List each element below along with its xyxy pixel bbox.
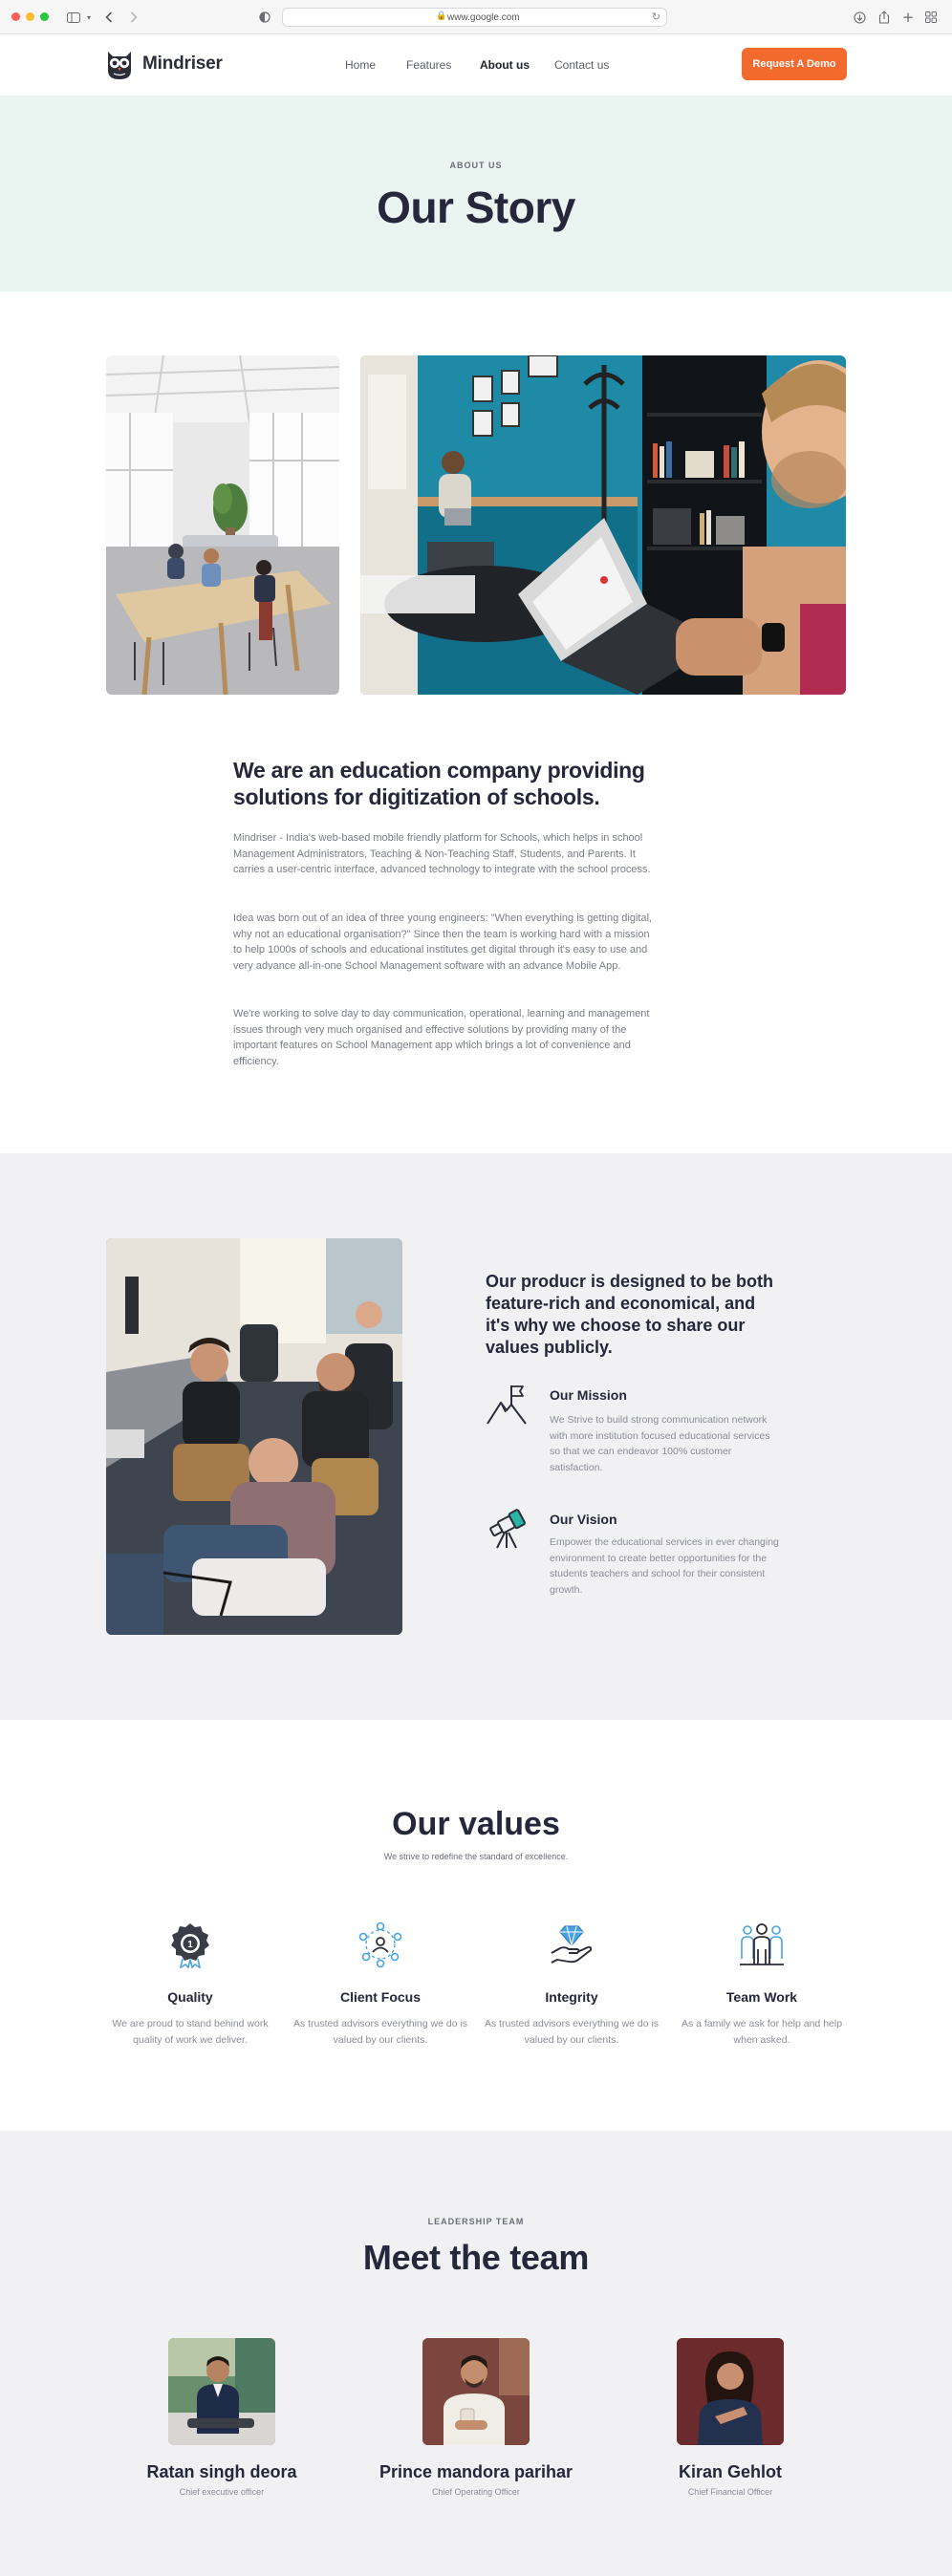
back-icon[interactable]	[101, 8, 117, 27]
award-badge-icon: 1	[171, 1923, 209, 1968]
address-bar[interactable]: 🔒 www.google.com ↻	[282, 8, 667, 27]
new-tab-icon[interactable]: +	[899, 8, 917, 27]
team-member-card: Kiran Gehlot Chief Financial Officer	[606, 2338, 855, 2497]
intro-paragraph-2: Idea was born out of an idea of three yo…	[233, 912, 653, 972]
sidebar-toggle-icon[interactable]	[63, 8, 84, 27]
browser-toolbar: ▾ 🔒 www.google.com ↻ +	[0, 0, 952, 34]
telescope-icon	[489, 1509, 526, 1549]
value-card-client-focus: Client Focus As trusted advisors everyth…	[290, 1921, 471, 2048]
member-role: Chief Operating Officer	[432, 2487, 520, 2497]
office-interior-photo	[106, 355, 339, 695]
team-eyebrow: LEADERSHIP TEAM	[427, 2217, 525, 2226]
avatar	[422, 2338, 530, 2445]
team-heading: Meet the team	[362, 2238, 590, 2277]
brand-name: Mindriser	[142, 54, 223, 74]
hero-eyebrow: ABOUT US	[449, 161, 503, 170]
mission-feature-title: Our Mission	[550, 1387, 627, 1403]
chevron-down-icon[interactable]: ▾	[84, 8, 94, 27]
value-card-team-work: Team Work As a family we ask for help an…	[671, 1921, 853, 2048]
member-name: Ratan singh deora	[146, 2462, 297, 2481]
request-demo-button[interactable]: Request A Demo	[742, 48, 847, 80]
intro-paragraph-1: Mindriser - India's web-based mobile fri…	[233, 832, 651, 875]
intro-heading: We are an education company providing so…	[233, 758, 645, 809]
privacy-shield-icon[interactable]	[256, 8, 273, 27]
site-header: Mindriser Home Features About us Contact…	[0, 34, 952, 96]
avatar	[677, 2338, 784, 2445]
value-card-integrity: Integrity As trusted advisors everything…	[481, 1921, 662, 2048]
brand-logo[interactable]: Mindriser	[105, 48, 223, 80]
team-member-card: Prince mandora parihar Chief Operating O…	[352, 2338, 600, 2497]
value-text: As trusted advisors everything we do is …	[484, 2018, 660, 2046]
url-text: www.google.com	[447, 12, 520, 23]
value-text: As a family we ask for help and help whe…	[681, 2018, 843, 2046]
value-title: Integrity	[545, 1989, 598, 2005]
owl-logo-icon	[108, 52, 131, 79]
value-title: Team Work	[725, 1989, 798, 2005]
member-name: Kiran Gehlot	[678, 2462, 782, 2481]
workspace-laptop-photo	[360, 355, 846, 695]
zoom-window-button[interactable]	[40, 12, 49, 21]
mission-heading: Our producr is designed to be both featu…	[486, 1272, 774, 1357]
value-title: Quality	[167, 1989, 213, 2005]
mountain-flag-icon	[487, 1385, 527, 1425]
value-card-quality: 1 Quality We are proud to stand behind w…	[99, 1921, 281, 2048]
member-role: Chief Financial Officer	[687, 2487, 773, 2497]
mission-feature-text: We Strive to build strong communication …	[550, 1414, 770, 1473]
lock-icon: 🔒	[436, 11, 447, 21]
minimize-window-button[interactable]	[26, 12, 34, 21]
download-icon[interactable]	[851, 8, 868, 27]
hand-diamond-icon	[551, 1925, 593, 1964]
vision-feature-text: Empower the educational services in ever…	[550, 1536, 779, 1596]
intro-paragraph-3: We're working to solve day to day commun…	[233, 1008, 650, 1067]
network-people-icon	[358, 1921, 402, 1968]
nav-link-home[interactable]: Home	[345, 58, 376, 72]
forward-icon[interactable]	[126, 8, 141, 27]
page-title: Our Story	[377, 182, 575, 232]
member-name: Prince mandora parihar	[379, 2462, 573, 2481]
nav-link-features[interactable]: Features	[406, 58, 451, 72]
svg-text:1: 1	[187, 1940, 193, 1950]
hero-section: ABOUT US Our Story	[0, 96, 952, 291]
reload-icon[interactable]: ↻	[652, 11, 660, 23]
window-controls	[11, 12, 49, 21]
nav-link-about[interactable]: About us	[480, 58, 530, 72]
close-window-button[interactable]	[11, 12, 20, 21]
vision-feature-title: Our Vision	[550, 1512, 617, 1527]
value-text: As trusted advisors everything we do is …	[292, 2018, 468, 2046]
value-text: We are proud to stand behind work qualit…	[112, 2018, 269, 2046]
nav-link-contact[interactable]: Contact us	[554, 58, 609, 72]
tab-overview-icon[interactable]	[922, 8, 940, 27]
team-member-card: Ratan singh deora Chief executive office…	[97, 2338, 346, 2497]
values-heading: Our values	[392, 1806, 560, 1842]
values-subtitle: We strive to redefine the standard of ex…	[383, 1852, 569, 1861]
member-role: Chief executive officer	[179, 2487, 265, 2497]
team-meeting-photo	[106, 1238, 402, 1635]
avatar	[168, 2338, 275, 2445]
value-title: Client Focus	[339, 1989, 421, 2005]
team-group-icon	[740, 1923, 784, 1965]
share-icon[interactable]	[876, 8, 893, 27]
